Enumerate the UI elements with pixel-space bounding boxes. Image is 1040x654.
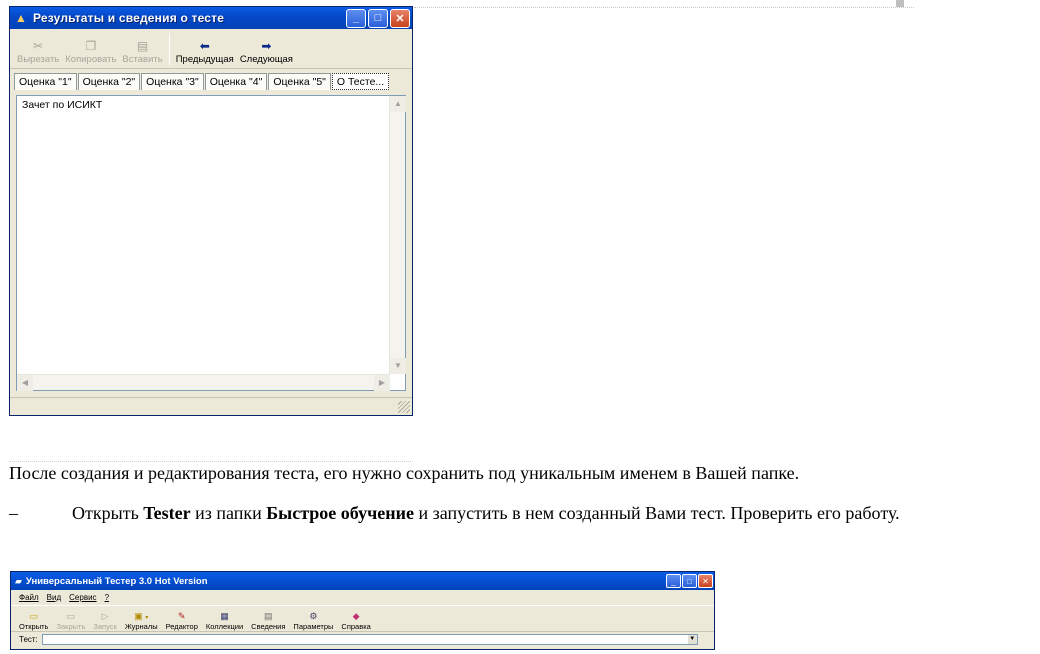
tab-grade-1[interactable]: Оценка "1" [14,73,77,90]
maximize-button[interactable]: □ [368,8,388,28]
tester-minimize-button[interactable]: _ [666,574,681,588]
instruction-list-item: Открыть Tester из папки Быстрое обучение… [72,503,900,524]
arrow-left-icon: ⬅ [199,39,210,53]
test-selector-row: Тест: ▼ [11,632,714,646]
editor-icon: ✎ [177,611,186,621]
chevron-down-icon[interactable]: ▾ [145,615,148,621]
instruction-paragraph: После создания и редактирования теста, е… [9,463,800,483]
chevron-down-icon[interactable]: ▼ [687,634,697,644]
previous-button[interactable]: ⬅ Предыдущая [173,32,237,65]
grid-icon: ▦ [220,611,229,621]
journal-glyph: ▣ [134,611,143,621]
menu-help[interactable]: ? [105,593,109,602]
item-bold-folder: Быстрое обучение [266,503,414,523]
item-suffix: и запустить в нем созданный Вами тест. П… [413,503,900,523]
tab-about-test[interactable]: О Тесте... [331,73,390,90]
tester-maximize-button[interactable]: □ [682,574,697,588]
results-toolbar: ✂ Вырезать ❐ Копировать ▤ Вставить ⬅ Пре… [10,29,412,69]
arrow-right-icon: ➡ [261,39,272,53]
tester-window: ▰ Универсальный Тестер 3.0 Hot Version _… [10,571,715,650]
scissors-icon: ✂ [33,39,44,53]
tester-window-title: Универсальный Тестер 3.0 Hot Version [25,575,208,587]
tab-grade-2[interactable]: Оценка "2" [77,73,141,90]
ruler-marker [896,0,904,7]
collections-button[interactable]: ▦ Коллекции [202,607,247,631]
divider [9,461,413,462]
cut-button[interactable]: ✂ Вырезать [14,32,62,65]
tester-menubar: Файл Вид Сервис ? [11,590,714,605]
status-bar [10,397,412,415]
help-button[interactable]: ◆ Справка [337,607,374,631]
tab-grade-3[interactable]: Оценка "3" [141,73,204,90]
tester-window-titlebar[interactable]: ▰ Универсальный Тестер 3.0 Hot Version _… [11,572,714,590]
scroll-right-icon[interactable]: ▶ [374,375,390,391]
test-info-text: Зачет по ИСИКТ [22,99,103,111]
item-mid: из папки [190,503,267,523]
journals-label: Журналы [124,622,158,631]
tester-toolbar: ▭ Открыть ▭ Закрыть ▷ Запуск ▣ ▾ Журналы… [11,605,714,632]
item-bold-tester: Tester [143,503,191,523]
app-icon: ▲ [15,11,27,25]
info-label: Сведения [251,622,286,631]
tester-app-icon: ▰ [15,575,22,586]
test-info-textarea[interactable]: Зачет по ИСИКТ ▲ ▼ ◀ ▶ [16,95,406,391]
scroll-up-icon[interactable]: ▲ [390,96,406,112]
grade-tabs: Оценка "1" Оценка "2" Оценка "3" Оценка … [10,69,412,91]
settings-icon: ⚙ [309,611,318,621]
parameters-label: Параметры [293,622,334,631]
parameters-button[interactable]: ⚙ Параметры [289,607,337,631]
help-label: Справка [341,622,371,631]
toolbar-separator [168,33,170,65]
tab-grade-4[interactable]: Оценка "4" [204,73,268,90]
page-ruler [414,0,914,8]
journals-button[interactable]: ▣ ▾ Журналы [121,607,162,631]
paste-button[interactable]: ▤ Вставить [119,32,165,65]
item-prefix: Открыть [72,503,144,523]
paste-icon: ▤ [136,39,149,53]
copy-button[interactable]: ❐ Копировать [62,32,119,65]
next-label: Следующая [239,54,293,65]
collections-label: Коллекции [205,622,244,631]
test-select[interactable]: ▼ [41,633,698,645]
open-folder-icon: ▭ [29,611,38,621]
tab-grade-5[interactable]: Оценка "5" [268,73,331,90]
close-button[interactable]: ✕ [390,8,410,28]
info-card-icon: ▤ [264,611,273,621]
results-window-titlebar[interactable]: ▲ Результаты и сведения о тесте _ □ ✕ [10,7,412,29]
editor-button[interactable]: ✎ Редактор [162,607,202,631]
resize-grip-icon[interactable] [398,401,410,413]
scroll-left-icon[interactable]: ◀ [17,375,33,391]
previous-label: Предыдущая [175,54,234,65]
next-button[interactable]: ➡ Следующая [237,32,296,65]
run-label: Запуск [93,622,117,631]
menu-file[interactable]: Файл [19,593,39,602]
vertical-scrollbar[interactable]: ▲ ▼ [389,96,406,374]
window-title: Результаты и сведения о тесте [33,11,225,25]
close-doc-icon: ▭ [66,611,76,621]
results-window: ▲ Результаты и сведения о тесте _ □ ✕ ✂ … [9,6,413,416]
list-dash: – [9,503,18,523]
editor-label: Редактор [165,622,198,631]
run-button[interactable]: ▷ Запуск [89,607,120,631]
open-label: Открыть [19,622,49,631]
close-test-label: Закрыть [56,622,86,631]
copy-label: Копировать [65,54,117,65]
close-test-button[interactable]: ▭ Закрыть [52,607,89,631]
test-label: Тест: [19,634,38,644]
horizontal-scrollbar[interactable]: ◀ ▶ [17,374,390,391]
open-button[interactable]: ▭ Открыть [15,607,52,631]
help-icon: ◆ [352,611,360,621]
scroll-down-icon[interactable]: ▼ [390,358,406,374]
paste-label: Вставить [122,54,163,65]
play-icon: ▷ [101,611,109,621]
tester-close-button[interactable]: ✕ [698,574,713,588]
copy-icon: ❐ [85,39,97,53]
minimize-button[interactable]: _ [346,8,366,28]
journal-icon: ▣ ▾ [134,610,148,622]
menu-service[interactable]: Сервис [69,593,96,602]
menu-view[interactable]: Вид [47,593,61,602]
info-button[interactable]: ▤ Сведения [247,607,289,631]
cut-label: Вырезать [17,54,60,65]
